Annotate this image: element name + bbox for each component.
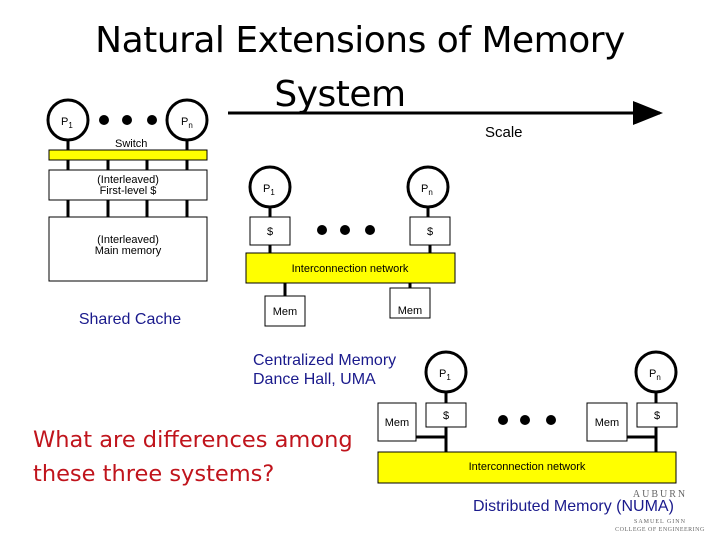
scale-label: Scale — [485, 124, 523, 141]
ellipsis-dot — [99, 115, 109, 125]
ellipsis-dot — [340, 225, 350, 235]
ellipsis-dot — [498, 415, 508, 425]
network-label: Interconnection network — [292, 263, 409, 275]
cache-label-line-2: First-level $ — [100, 185, 157, 197]
ellipsis-dot — [546, 415, 556, 425]
ellipsis-dot — [122, 115, 132, 125]
logo-name: AUBURN — [633, 489, 687, 500]
mem-label: Mem — [273, 306, 297, 318]
mem-label: Mem — [398, 305, 422, 317]
switch-label: Switch — [115, 138, 147, 150]
logo-line-2: COLLEGE OF ENGINEERING — [615, 527, 705, 533]
centralized-memory-diagram: P1 Pn $ $ Interconnection network Mem Me… — [245, 165, 456, 388]
cache-label: $ — [267, 226, 273, 238]
ellipsis-dot — [147, 115, 157, 125]
distributed-caption: Distributed Memory (NUMA) — [473, 498, 674, 515]
mem-label: Mem — [385, 417, 409, 429]
shared-cache-caption: Shared Cache — [79, 311, 181, 328]
centralized-caption-line-2: Dance Hall, UMA — [253, 371, 376, 388]
cache-label: $ — [427, 226, 433, 238]
network-label: Interconnection network — [469, 461, 586, 473]
mem-label: Mem — [595, 417, 619, 429]
cache-label: $ — [654, 410, 660, 422]
ellipsis-dot — [317, 225, 327, 235]
shared-cache-diagram: P1 Pn Switch (Interleaved) First-level $… — [46, 98, 209, 328]
question-text: What are differences among these three s… — [33, 427, 353, 487]
ellipsis-dot — [520, 415, 530, 425]
cache-label: $ — [443, 410, 449, 422]
memory-label-line-2: Main memory — [95, 245, 162, 257]
ellipsis-dot — [365, 225, 375, 235]
switch-bar — [48, 149, 208, 161]
logo-line-1: SAMUEL GINN — [634, 519, 686, 525]
centralized-caption-line-1: Centralized Memory — [253, 352, 396, 369]
